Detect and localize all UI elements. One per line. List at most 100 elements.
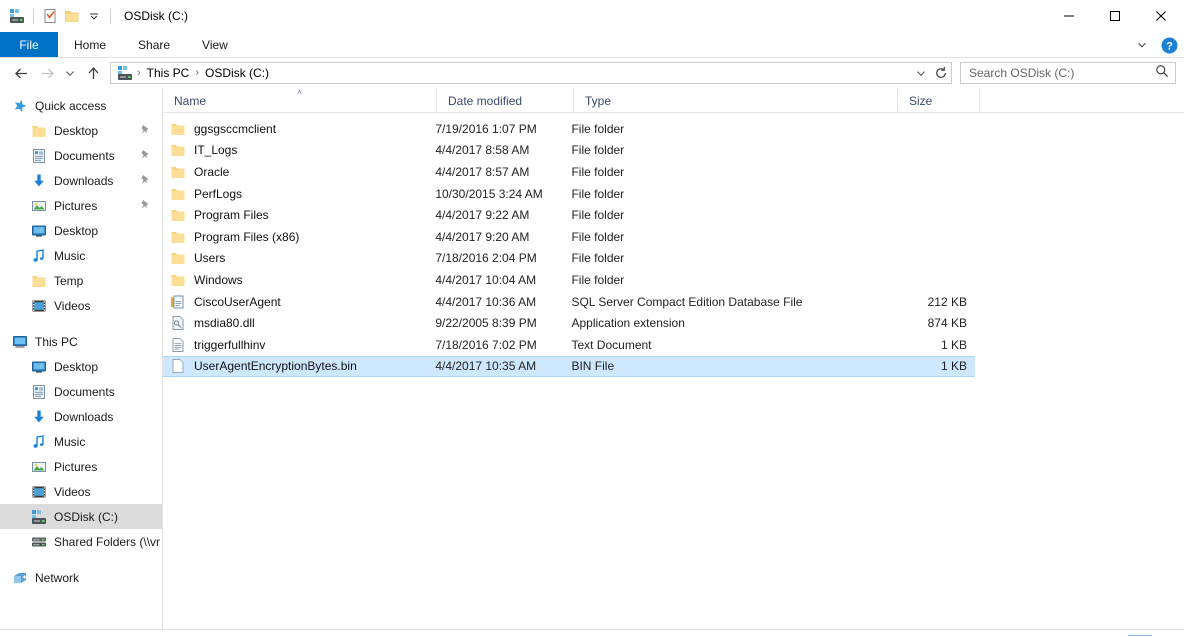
drive-icon[interactable] <box>6 5 28 27</box>
table-row[interactable]: msdia80.dll 9/22/2005 8:39 PM Applicatio… <box>163 312 975 334</box>
sidebar-item-pictures-qa[interactable]: Pictures <box>0 193 162 218</box>
file-name: Users <box>194 251 226 266</box>
sidebar-item-label: OSDisk (C:) <box>54 509 118 524</box>
sidebar-item-documents-pc[interactable]: Documents <box>0 379 162 404</box>
column-header-label: Date modified <box>448 93 523 108</box>
cell-name: UserAgentEncryptionBytes.bin <box>163 358 435 374</box>
sidebar-item-network[interactable]: Network <box>0 565 162 590</box>
cell-size: 212 KB <box>927 294 967 309</box>
folder-icon <box>31 273 47 289</box>
breadcrumb-item-this-pc[interactable]: This PC <box>143 63 194 83</box>
tab-view[interactable]: View <box>186 32 244 57</box>
sidebar-item-temp[interactable]: Temp <box>0 268 162 293</box>
sidebar-item-shared-folders[interactable]: Shared Folders (\\vr <box>0 529 162 554</box>
tab-share-label: Share <box>138 37 171 52</box>
help-icon[interactable]: ? <box>1158 33 1180 57</box>
column-header-name[interactable]: ˄ Name <box>163 88 437 113</box>
chevron-down-icon[interactable] <box>911 63 931 83</box>
documents-icon <box>31 148 47 164</box>
breadcrumb-separator-1[interactable]: › <box>135 67 143 79</box>
table-row[interactable]: Users 7/18/2016 2:04 PM File folder <box>163 248 975 270</box>
table-row[interactable]: CiscoUserAgent 4/4/2017 10:36 AM SQL Ser… <box>163 291 975 313</box>
breadcrumb-item-osdisk[interactable]: OSDisk (C:) <box>201 63 273 83</box>
breadcrumb-separator-2[interactable]: › <box>193 67 201 79</box>
pin-icon[interactable] <box>140 124 151 138</box>
breadcrumb[interactable]: › This PC › OSDisk (C:) <box>110 62 952 84</box>
search-box[interactable] <box>960 62 1176 84</box>
recent-locations-chevron-icon[interactable] <box>60 60 80 86</box>
network-icon <box>12 570 28 586</box>
pictures-icon <box>31 198 47 214</box>
sidebar-group-gap-2 <box>0 554 162 565</box>
back-arrow-icon[interactable] <box>8 60 34 86</box>
search-input[interactable] <box>969 66 1155 80</box>
table-row[interactable]: IT_Logs 4/4/2017 8:58 AM File folder <box>163 140 975 162</box>
table-row[interactable]: Program Files (x86) 4/4/2017 9:20 AM Fil… <box>163 226 975 248</box>
table-row[interactable]: triggerfullhinv 7/18/2016 7:02 PM Text D… <box>163 334 975 356</box>
cell-name: Oracle <box>163 164 435 180</box>
sidebar-item-videos-pc[interactable]: Videos <box>0 479 162 504</box>
videos-icon <box>31 298 47 314</box>
folder-icon <box>31 123 47 139</box>
sidebar-item-desktop-pc[interactable]: Desktop <box>0 354 162 379</box>
table-row[interactable]: Windows 4/4/2017 10:04 AM File folder <box>163 269 975 291</box>
file-name: triggerfullhinv <box>194 337 266 352</box>
cell-name: triggerfullhinv <box>163 337 435 353</box>
close-button[interactable] <box>1138 0 1184 32</box>
folder-icon <box>170 250 186 266</box>
ribbon-tab-bar: File Home Share View ? <box>0 32 1184 58</box>
table-row[interactable]: ggsgsccmclient 7/19/2016 1:07 PM File fo… <box>163 118 975 140</box>
table-row[interactable]: Program Files 4/4/2017 9:22 AM File fold… <box>163 204 975 226</box>
sidebar-item-osdisk[interactable]: OSDisk (C:) <box>0 504 162 529</box>
navigation-pane[interactable]: Quick access Desktop Documents Downloads… <box>0 88 163 629</box>
sidebar-item-pictures-pc[interactable]: Pictures <box>0 454 162 479</box>
maximize-button[interactable] <box>1092 0 1138 32</box>
sidebar-item-downloads-qa[interactable]: Downloads <box>0 168 162 193</box>
monitor-icon <box>31 359 47 375</box>
up-arrow-icon[interactable] <box>80 60 106 86</box>
file-name: Program Files (x86) <box>194 229 300 244</box>
tab-file[interactable]: File <box>0 32 58 57</box>
dll-icon <box>170 315 186 331</box>
column-headers: ˄ Name Date modified Type Size <box>163 88 1184 113</box>
pin-icon[interactable] <box>140 149 151 163</box>
refresh-icon[interactable] <box>931 63 951 83</box>
sidebar-item-downloads-pc[interactable]: Downloads <box>0 404 162 429</box>
table-row[interactable]: Oracle 4/4/2017 8:57 AM File folder <box>163 161 975 183</box>
tab-home[interactable]: Home <box>58 32 122 57</box>
chevron-down-icon[interactable] <box>1130 33 1154 57</box>
minimize-button[interactable] <box>1046 0 1092 32</box>
pin-icon[interactable] <box>140 174 151 188</box>
sidebar-item-this-pc[interactable]: This PC <box>0 329 162 354</box>
sidebar-item-music-pc[interactable]: Music <box>0 429 162 454</box>
cell-name: Users <box>163 250 435 266</box>
cell-date-modified: 4/4/2017 9:20 AM <box>435 229 530 244</box>
new-folder-icon[interactable] <box>61 5 83 27</box>
table-row[interactable]: PerfLogs 10/30/2015 3:24 AM File folder <box>163 183 975 205</box>
sidebar-item-desktop-monitor-qa[interactable]: Desktop <box>0 218 162 243</box>
pin-icon[interactable] <box>140 199 151 213</box>
file-list-pane[interactable]: ˄ Name Date modified Type Size ggsgsccmc… <box>163 88 1184 629</box>
star-icon <box>12 98 28 114</box>
table-row[interactable]: UserAgentEncryptionBytes.bin 4/4/2017 10… <box>163 355 975 378</box>
tab-share[interactable]: Share <box>122 32 186 57</box>
sidebar-item-music-qa[interactable]: Music <box>0 243 162 268</box>
sidebar-item-quick-access[interactable]: Quick access <box>0 93 162 118</box>
column-header-date-modified[interactable]: Date modified <box>437 88 574 113</box>
file-name: ggsgsccmclient <box>194 121 277 136</box>
sidebar-item-label: Documents <box>54 384 115 399</box>
sidebar-item-videos-qa[interactable]: Videos <box>0 293 162 318</box>
cell-type: File folder <box>571 186 625 201</box>
sidebar-item-desktop-qa[interactable]: Desktop <box>0 118 162 143</box>
properties-icon[interactable] <box>39 5 61 27</box>
sidebar-item-documents-qa[interactable]: Documents <box>0 143 162 168</box>
blank-file-icon <box>170 358 186 374</box>
column-header-size[interactable]: Size <box>898 88 980 113</box>
search-icon[interactable] <box>1155 64 1169 83</box>
cell-type: BIN File <box>571 359 615 374</box>
sidebar-item-label: Shared Folders (\\vr <box>54 534 161 549</box>
column-header-type[interactable]: Type <box>574 88 898 113</box>
sql-database-icon <box>170 294 186 310</box>
customize-dropdown-icon[interactable] <box>83 5 105 27</box>
cell-date-modified: 4/4/2017 8:57 AM <box>435 164 530 179</box>
